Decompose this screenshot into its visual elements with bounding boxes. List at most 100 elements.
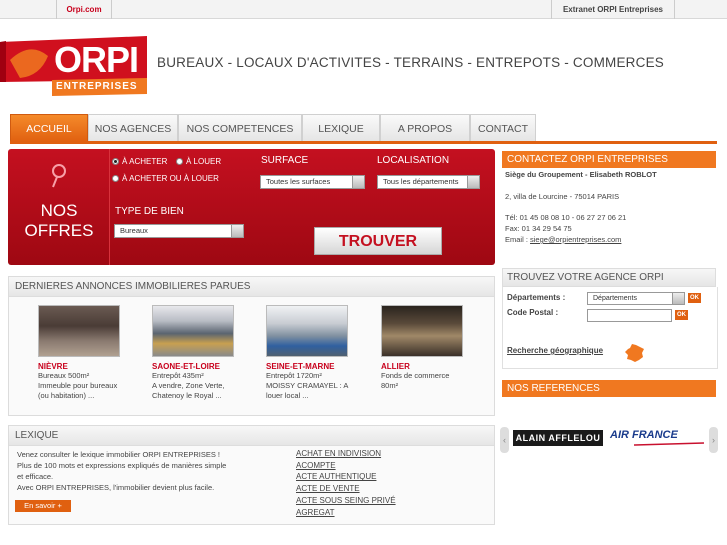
agence-title: TROUVEZ VOTRE AGENCE ORPI ENTREPRISES bbox=[502, 268, 716, 301]
radio-louer[interactable]: À LOUER bbox=[176, 157, 221, 166]
lexique-link[interactable]: AGREGAT bbox=[296, 507, 396, 519]
surface-value: Toutes les surfaces bbox=[266, 177, 331, 186]
tab-lexique[interactable]: LEXIQUE bbox=[302, 114, 380, 142]
lexique-text-line: Avec ORPI ENTREPRISES, l'immobilier devi… bbox=[17, 483, 215, 492]
contact-title: CONTACTEZ ORPI ENTREPRISES bbox=[502, 151, 716, 168]
radio-acheter-ou-louer[interactable]: À ACHETER OU À LOUER bbox=[112, 174, 219, 183]
listing-photo[interactable] bbox=[381, 305, 463, 357]
listing-department[interactable]: SEINE-ET-MARNE bbox=[266, 362, 352, 371]
listing-line: Chatenoy le Royal ... bbox=[152, 391, 222, 400]
type-de-bien-select[interactable]: Bureaux bbox=[114, 224, 244, 238]
listing-line: A vendre, Zone Verte, bbox=[152, 381, 225, 390]
top-bar: Orpi.com Extranet ORPI Entreprises bbox=[0, 0, 727, 19]
en-savoir-plus-button[interactable]: En savoir + bbox=[15, 500, 71, 512]
radio-acheter-label: À ACHETER bbox=[122, 157, 168, 166]
orpi-entreprises-logo[interactable]: ORPI ENTREPRISES bbox=[0, 36, 147, 96]
tab-nos-competences[interactable]: NOS COMPETENCES bbox=[178, 114, 302, 142]
listing-card[interactable]: ALLIER Fonds de commerce 80m² bbox=[381, 305, 467, 391]
surface-label: SURFACE bbox=[261, 155, 309, 166]
listing-line: MOISSY CRAMAYEL : A bbox=[266, 381, 349, 390]
radio-both-label: À ACHETER OU À LOUER bbox=[122, 174, 219, 183]
extranet-link[interactable]: Extranet ORPI Entreprises bbox=[551, 0, 675, 19]
lexique-link[interactable]: ACOMPTE bbox=[296, 460, 396, 472]
alain-afflelou-logo[interactable]: ALAIN AFFLELOU bbox=[513, 430, 603, 446]
contact-address: 2, villa de Lourcine - 75014 PARIS bbox=[505, 192, 620, 201]
listing-photo[interactable] bbox=[152, 305, 234, 357]
lexique-description: Venez consulter le lexique immobilier OR… bbox=[17, 449, 277, 493]
listing-department[interactable]: SAONE-ET-LOIRE bbox=[152, 362, 238, 371]
listing-department[interactable]: ALLIER bbox=[381, 362, 467, 371]
listing-line: Fonds de commerce bbox=[381, 371, 450, 380]
listing-line: Entrepôt 1720m² bbox=[266, 371, 322, 380]
tagline: BUREAUX - LOCAUX D'ACTIVITES - TERRAINS … bbox=[157, 55, 664, 70]
chevron-down-icon bbox=[467, 176, 479, 188]
contact-email-row: Email : siege@orpientreprises.com bbox=[505, 234, 657, 245]
logo-text-orpi: ORPI bbox=[54, 39, 139, 80]
offers-title-block: NOS OFFRES bbox=[8, 149, 110, 265]
lexique-link[interactable]: ACTE DE VENTE bbox=[296, 483, 396, 495]
annonces-title: DERNIERES ANNONCES IMMOBILIERES PARUES bbox=[9, 277, 494, 297]
listing-card[interactable]: SEINE-ET-MARNE Entrepôt 1720m² MOISSY CR… bbox=[266, 305, 352, 401]
email-link[interactable]: siege@orpientreprises.com bbox=[530, 235, 621, 244]
contact-phone: Tél: 01 45 08 08 10 - 06 27 27 06 21 bbox=[505, 213, 627, 222]
departements-value: Départements bbox=[593, 295, 637, 302]
contact-info: Siège du Groupement - Elisabeth ROBLOT 2… bbox=[505, 169, 657, 245]
trouver-button[interactable]: TROUVER bbox=[314, 227, 442, 255]
tab-nos-agences[interactable]: NOS AGENCES bbox=[88, 114, 178, 142]
listing-line: 80m² bbox=[381, 381, 399, 390]
listing-card[interactable]: SAONE-ET-LOIRE Entrepôt 435m² A vendre, … bbox=[152, 305, 238, 401]
departements-label: Départements : bbox=[507, 293, 566, 302]
logo-text-entreprises: ENTREPRISES bbox=[56, 81, 138, 92]
listing-card[interactable]: NIÈVRE Bureaux 500m² Immeuble pour burea… bbox=[38, 305, 124, 401]
radio-louer-label: À LOUER bbox=[186, 157, 222, 166]
tab-accueil[interactable]: ACCUEIL bbox=[10, 114, 88, 142]
carousel-left-arrow-icon[interactable]: ‹ bbox=[500, 427, 509, 453]
code-postal-label: Code Postal : bbox=[507, 308, 559, 317]
listing-department[interactable]: NIÈVRE bbox=[38, 362, 124, 371]
lexique-link[interactable]: ACHAT EN INDIVISION bbox=[296, 448, 396, 460]
lexique-link[interactable]: ACTE AUTHENTIQUE bbox=[296, 471, 396, 483]
tab-a-propos[interactable]: A PROPOS bbox=[380, 114, 470, 142]
listing-photo[interactable] bbox=[266, 305, 348, 357]
chevron-down-icon bbox=[231, 225, 243, 237]
air-france-stripes-icon bbox=[634, 442, 704, 446]
listing-line: Bureaux 500m² bbox=[38, 371, 90, 380]
listing-photo[interactable] bbox=[38, 305, 120, 357]
tab-contact[interactable]: CONTACT bbox=[470, 114, 536, 142]
contact-siege: Siège du Groupement - Elisabeth ROBLOT bbox=[505, 170, 657, 179]
france-map-icon[interactable] bbox=[624, 343, 646, 363]
lexique-text-line: Plus de 100 mots et expressions expliqué… bbox=[17, 461, 227, 470]
orpi-com-link[interactable]: Orpi.com bbox=[56, 0, 112, 19]
offers-title-line2: OFFRES bbox=[24, 221, 94, 240]
air-france-logo[interactable]: AIR FRANCE bbox=[610, 429, 678, 441]
listing-line: Entrepôt 435m² bbox=[152, 371, 204, 380]
contact-fax: Fax: 01 34 29 54 75 bbox=[505, 224, 572, 233]
localisation-value: Tous les départements bbox=[383, 177, 459, 186]
chevron-down-icon bbox=[352, 176, 364, 188]
email-label: Email : bbox=[505, 235, 528, 244]
listing-line: (ou habitation) ... bbox=[38, 391, 95, 400]
chevron-down-icon bbox=[672, 293, 684, 304]
departements-ok-button[interactable]: OK bbox=[688, 293, 701, 303]
surface-select[interactable]: Toutes les surfaces bbox=[260, 175, 365, 189]
code-postal-ok-button[interactable]: OK bbox=[675, 310, 688, 320]
lexique-text-line: et efficace. bbox=[17, 472, 54, 481]
radio-acheter[interactable]: À ACHETER bbox=[112, 157, 167, 166]
map-pin-icon bbox=[52, 164, 66, 188]
lexique-links: ACHAT EN INDIVISION ACOMPTE ACTE AUTHENT… bbox=[296, 448, 396, 518]
carousel-right-arrow-icon[interactable]: › bbox=[709, 427, 718, 453]
radio-dot bbox=[176, 158, 183, 165]
lexique-link[interactable]: ACTE SOUS SEING PRIVÉ bbox=[296, 495, 396, 507]
listing-line: louer local ... bbox=[266, 391, 309, 400]
radio-dot bbox=[112, 175, 119, 182]
main-nav: ACCUEIL NOS AGENCES NOS COMPETENCES LEXI… bbox=[10, 114, 536, 142]
recherche-geographique-link[interactable]: Recherche géographique bbox=[507, 346, 603, 355]
code-postal-input[interactable] bbox=[587, 309, 672, 322]
departements-select[interactable]: Départements bbox=[587, 292, 685, 305]
references-title: NOS REFERENCES bbox=[502, 380, 716, 397]
localisation-select[interactable]: Tous les départements bbox=[377, 175, 480, 189]
offers-title-line1: NOS bbox=[40, 201, 78, 220]
lexique-title: LEXIQUE bbox=[9, 426, 494, 446]
lexique-text-line: Venez consulter le lexique immobilier OR… bbox=[17, 450, 220, 459]
type-de-bien-label: TYPE DE BIEN bbox=[115, 206, 184, 217]
